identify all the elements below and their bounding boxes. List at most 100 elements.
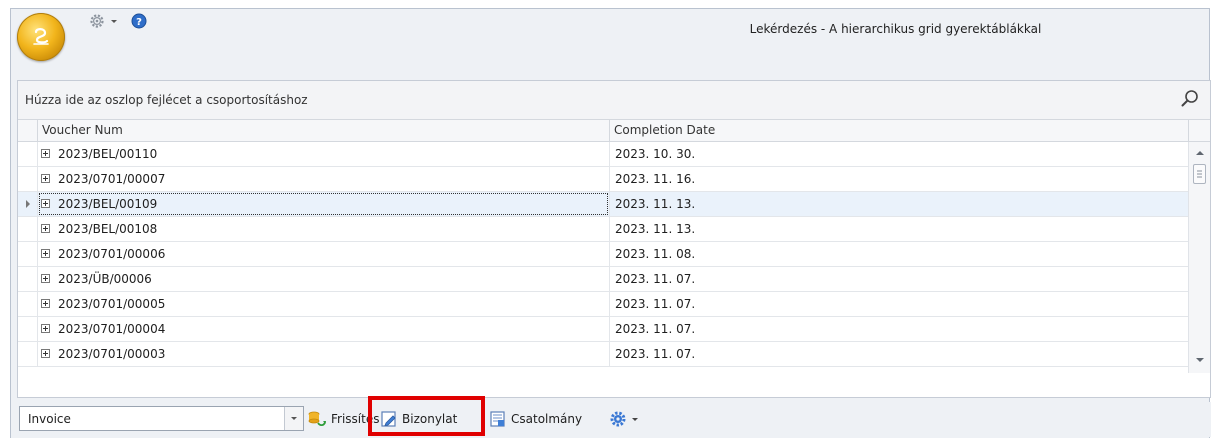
attachment-label: Csatolmány [511, 411, 583, 426]
completion-date-text: 2023. 11. 13. [615, 197, 696, 211]
cell-voucher-num[interactable]: 2023/BEL/00109 [38, 192, 610, 216]
row-indicator[interactable] [18, 167, 38, 192]
cell-voucher-num[interactable]: 2023/ÜB/00006 [38, 267, 610, 291]
cell-voucher-num[interactable]: 2023/0701/00006 [38, 242, 610, 266]
expand-plus-icon[interactable] [41, 174, 50, 183]
completion-date-text: 2023. 11. 16. [615, 172, 696, 186]
hierarchical-grid: Húzza ide az oszlop fejlécet a csoportos… [17, 80, 1211, 398]
table-row[interactable]: 2023/BEL/00110 2023. 10. 30. [18, 142, 1189, 167]
table-row[interactable]: 2023/0701/00006 2023. 11. 08. [18, 242, 1189, 267]
voucher-num-text: 2023/BEL/00110 [58, 147, 158, 161]
voucher-num-text: 2023/ÜB/00006 [58, 272, 152, 286]
table-row[interactable]: 2023/0701/00005 2023. 11. 07. [18, 292, 1189, 317]
cell-completion-date[interactable]: 2023. 11. 16. [610, 167, 1189, 191]
quick-access-toolbar: ? [88, 10, 147, 32]
cell-completion-date[interactable]: 2023. 11. 07. [610, 292, 1189, 316]
scroll-down-icon[interactable] [1189, 353, 1211, 367]
column-header-voucher-num[interactable]: Voucher Num [38, 120, 610, 141]
voucher-num-text: 2023/0701/00003 [58, 347, 166, 361]
current-row-arrow-icon [26, 200, 30, 208]
bottom-toolbar: Invoice Frissítés Bizonylat Csatolmány [17, 402, 1211, 437]
expand-plus-icon[interactable] [41, 224, 50, 233]
refresh-icon [308, 411, 326, 426]
voucher-num-text: 2023/BEL/00108 [58, 222, 158, 236]
document-type-combo[interactable]: Invoice [19, 406, 304, 431]
help-icon[interactable]: ? [131, 13, 147, 29]
cell-completion-date[interactable]: 2023. 11. 08. [610, 242, 1189, 266]
row-indicator[interactable] [18, 217, 38, 242]
scroll-up-icon[interactable] [1189, 146, 1211, 160]
completion-date-text: 2023. 11. 07. [615, 347, 696, 361]
cell-completion-date[interactable]: 2023. 10. 30. [610, 142, 1189, 166]
row-indicator[interactable] [18, 242, 38, 267]
table-row[interactable]: 2023/BEL/00109 2023. 11. 13. [18, 192, 1189, 217]
highlight-box [368, 396, 485, 436]
table-row[interactable]: 2023/BEL/00108 2023. 11. 13. [18, 217, 1189, 242]
indicator-header [18, 120, 38, 141]
expand-plus-icon[interactable] [41, 249, 50, 258]
chevron-down-icon [632, 417, 638, 421]
combo-value: Invoice [28, 412, 71, 426]
cell-voucher-num[interactable]: 2023/0701/00007 [38, 167, 610, 191]
settings-dropdown-button[interactable] [609, 406, 639, 431]
expand-plus-icon[interactable] [41, 299, 50, 308]
grid-rows: 2023/BEL/00110 2023. 10. 30. 2023/0701/000… [18, 142, 1189, 373]
header-corner [1189, 120, 1211, 141]
cell-completion-date[interactable]: 2023. 11. 07. [610, 267, 1189, 291]
completion-date-text: 2023. 11. 07. [615, 297, 696, 311]
table-row[interactable]: 2023/ÜB/00006 2023. 11. 07. [18, 267, 1189, 292]
row-indicator[interactable] [18, 317, 38, 342]
column-header-row: Voucher Num Completion Date [18, 120, 1210, 142]
row-indicator[interactable] [18, 192, 38, 217]
combo-dropdown-button[interactable] [284, 407, 303, 430]
chevron-down-icon [291, 417, 297, 420]
cell-completion-date[interactable]: 2023. 11. 13. [610, 217, 1189, 241]
svg-text:?: ? [136, 17, 142, 28]
expand-plus-icon[interactable] [41, 349, 50, 358]
window-title: Lekérdezés - A hierarchikus grid gyerekt… [749, 22, 1042, 36]
gear-icon [610, 411, 626, 426]
scrollbar-thumb[interactable] [1193, 164, 1206, 184]
cell-voucher-num[interactable]: 2023/0701/00003 [38, 342, 610, 366]
vertical-scrollbar[interactable] [1188, 142, 1210, 373]
cell-voucher-num[interactable]: 2023/0701/00005 [38, 292, 610, 316]
completion-date-text: 2023. 11. 07. [615, 322, 696, 336]
group-panel-hint: Húzza ide az oszlop fejlécet a csoportos… [25, 93, 308, 107]
completion-date-text: 2023. 11. 07. [615, 272, 696, 286]
row-indicator[interactable] [18, 142, 38, 167]
expand-plus-icon[interactable] [41, 324, 50, 333]
cell-completion-date[interactable]: 2023. 11. 07. [610, 342, 1189, 366]
column-header-completion-date[interactable]: Completion Date [610, 120, 1189, 141]
row-indicator[interactable] [18, 292, 38, 317]
expand-plus-icon[interactable] [41, 149, 50, 158]
completion-date-text: 2023. 11. 13. [615, 222, 696, 236]
row-indicator[interactable] [18, 342, 38, 367]
completion-date-text: 2023. 11. 08. [615, 247, 696, 261]
cell-voucher-num[interactable]: 2023/BEL/00110 [38, 142, 610, 166]
group-by-panel[interactable]: Húzza ide az oszlop fejlécet a csoportos… [18, 81, 1210, 120]
table-row[interactable]: 2023/0701/00003 2023. 11. 07. [18, 342, 1189, 367]
completion-date-text: 2023. 10. 30. [615, 147, 696, 161]
table-row[interactable]: 2023/0701/00007 2023. 11. 16. [18, 167, 1189, 192]
cell-voucher-num[interactable]: 2023/BEL/00108 [38, 217, 610, 241]
attachment-button[interactable]: Csatolmány [489, 406, 582, 431]
expand-plus-icon[interactable] [41, 274, 50, 283]
attachment-document-icon [490, 410, 505, 427]
cell-voucher-num[interactable]: 2023/0701/00004 [38, 317, 610, 341]
voucher-num-text: 2023/BEL/00109 [58, 197, 158, 211]
row-indicator[interactable] [18, 267, 38, 292]
search-icon[interactable] [1180, 89, 1200, 109]
voucher-num-text: 2023/0701/00004 [58, 322, 166, 336]
table-row[interactable]: 2023/0701/00004 2023. 11. 07. [18, 317, 1189, 342]
voucher-num-text: 2023/0701/00005 [58, 297, 166, 311]
dropdown-arrow-icon[interactable] [109, 16, 119, 26]
expand-plus-icon[interactable] [41, 199, 50, 208]
snake-logo-icon [33, 28, 49, 45]
voucher-num-text: 2023/0701/00007 [58, 172, 166, 186]
gear-icon[interactable] [88, 12, 106, 30]
cell-completion-date[interactable]: 2023. 11. 13. [610, 192, 1189, 216]
voucher-num-text: 2023/0701/00006 [58, 247, 166, 261]
cell-completion-date[interactable]: 2023. 11. 07. [610, 317, 1189, 341]
app-orb-icon[interactable] [17, 13, 65, 61]
grip-icon [1197, 170, 1202, 178]
